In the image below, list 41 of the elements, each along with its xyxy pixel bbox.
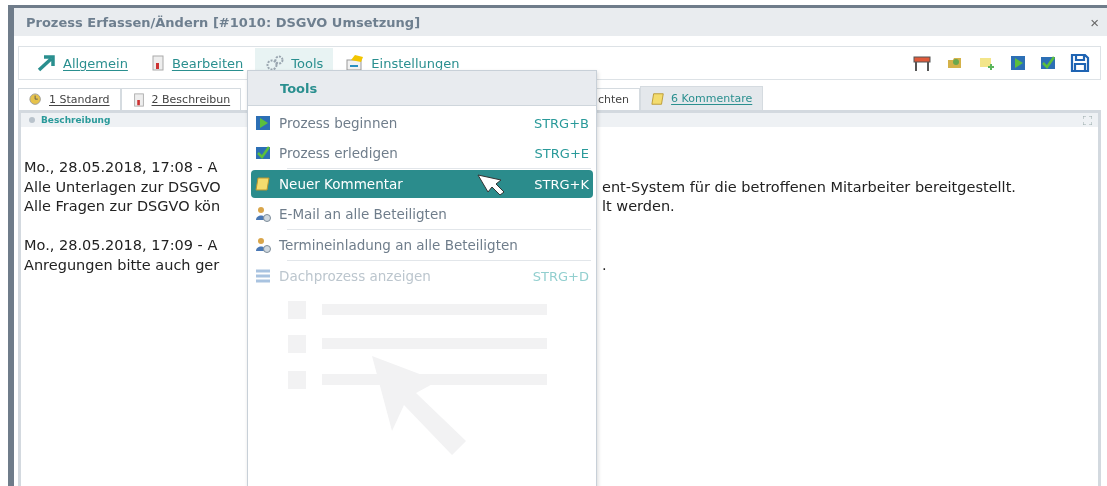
note-icon [651, 91, 666, 106]
comment-text: Anregungen bitte auch ger [24, 256, 221, 275]
comment-text: lt werden. [602, 198, 676, 216]
play-icon [255, 115, 271, 131]
tab[interactable]: 2 Beschreibun [120, 88, 242, 110]
panel-title: Beschreibung [41, 115, 111, 125]
comment-text: Mo., 28.05.2018, 17:08 - A [24, 159, 219, 177]
comment-text: Alle Unterlagen zur DSGVO [24, 178, 222, 197]
tab[interactable]: 6 Kommentare [640, 86, 764, 110]
menu-button[interactable]: Allgemein [27, 48, 138, 78]
menu-item[interactable]: Prozess erledigen STRG+E [251, 139, 593, 167]
save-icon [1070, 53, 1090, 73]
checklist-icon [1040, 55, 1056, 71]
menu-item[interactable]: Neuer Kommentar STRG+K [251, 170, 593, 198]
arrow-icon [37, 54, 57, 72]
checklist-icon [255, 145, 271, 161]
window-title: Prozess Erfassen/Ändern [#1010: DSGVO Umsetzung] [26, 14, 421, 30]
bullet-icon [29, 117, 35, 123]
close-button[interactable]: × [1088, 13, 1101, 31]
document-icon [149, 55, 166, 71]
expand-icon[interactable] [1083, 115, 1092, 125]
comment-text: Alle Fragen zur DSGVO kön [24, 198, 222, 216]
comment-text: . [602, 256, 608, 275]
folder-icon [946, 55, 964, 71]
menu-item[interactable]: Termineinladung an alle Beteiligten [251, 231, 593, 259]
comment-text: Mo., 28.05.2018, 17:09 - A [24, 237, 219, 255]
people-icon [255, 206, 271, 222]
people-icon [255, 237, 271, 253]
clock-icon [29, 92, 43, 107]
cursor-icon [477, 172, 507, 196]
list-icon [255, 268, 271, 284]
menu-item[interactable]: Prozess beginnen STRG+B [251, 109, 593, 137]
play-icon [1010, 55, 1026, 71]
tab[interactable]: 1 Standard [18, 88, 121, 110]
document-icon [131, 92, 146, 107]
menu-title: Tools [248, 71, 596, 106]
comment-text: ent-System für die betroffenen Mitarbeiter bereitgestellt. [602, 178, 1016, 197]
tab[interactable]: chten [596, 88, 641, 110]
menu-item[interactable]: E-Mail an alle Beteiligten [251, 200, 593, 228]
settings-icon [345, 54, 366, 72]
note-icon [255, 176, 271, 192]
